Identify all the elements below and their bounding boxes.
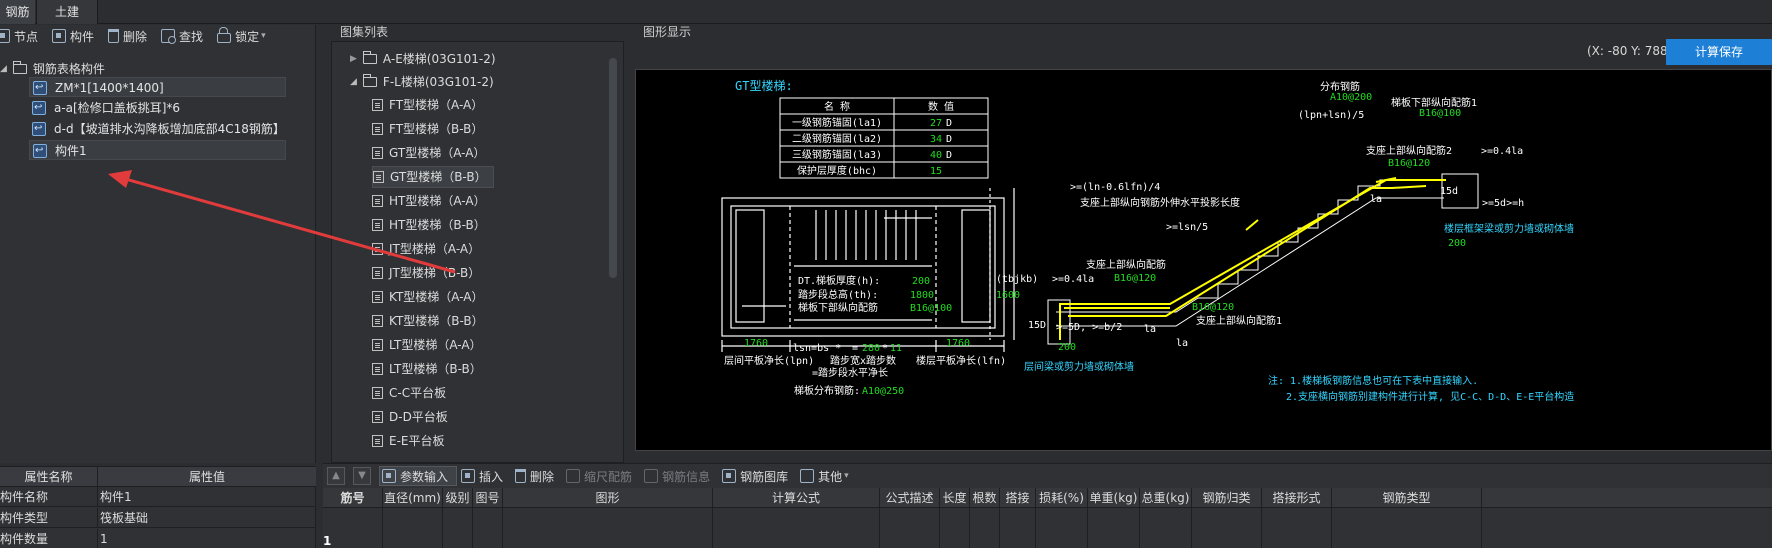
annotation-arrow	[108, 170, 456, 274]
